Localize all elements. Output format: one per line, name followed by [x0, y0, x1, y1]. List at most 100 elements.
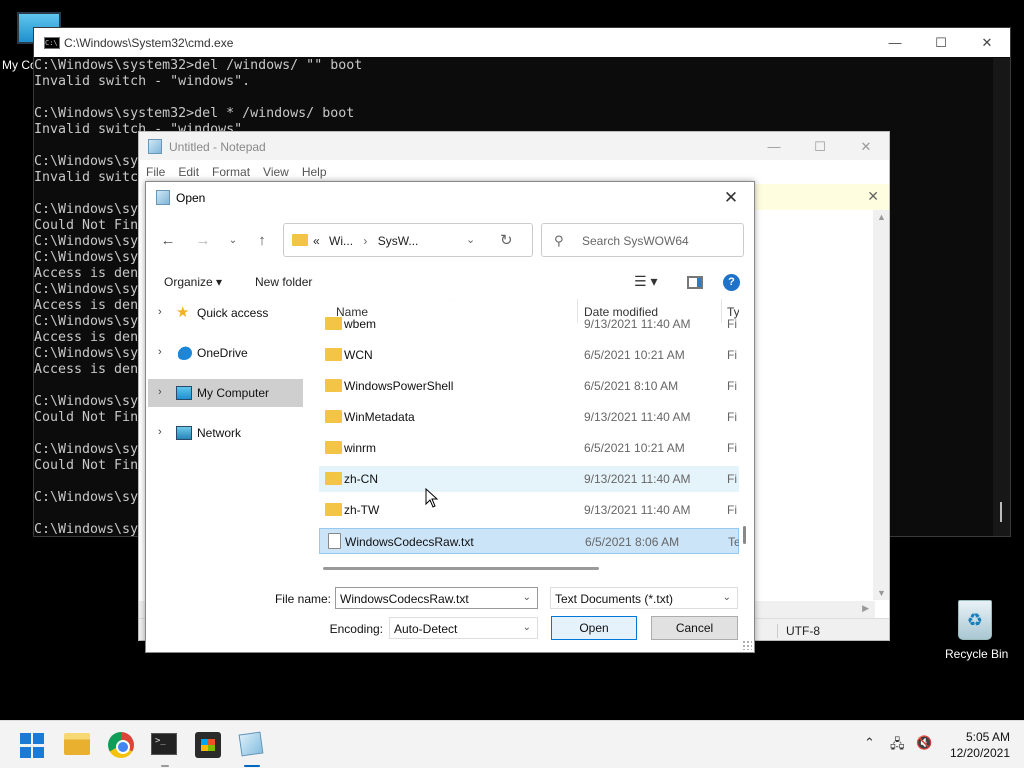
scroll-down-icon[interactable]: ▼ [877, 588, 886, 598]
file-type: Fi [727, 441, 737, 455]
file-explorer-icon[interactable] [64, 733, 90, 755]
nav-item-quick-access[interactable]: › ★ Quick access [148, 299, 303, 327]
breadcrumb-separator-icon: › [363, 234, 368, 248]
computer-icon [176, 386, 192, 400]
nav-item-label: OneDrive [197, 346, 248, 360]
chevron-right-icon[interactable]: › [158, 346, 162, 358]
file-row[interactable]: WindowsCodecsRaw.txt 6/5/2021 8:06 AM Te [319, 528, 739, 554]
star-icon: ★ [176, 304, 190, 321]
chevron-right-icon[interactable]: › [158, 426, 162, 438]
menu-view[interactable]: View [263, 161, 289, 181]
start-icon[interactable] [20, 733, 46, 759]
search-box[interactable]: ⚲ Search SysWOW64 [541, 223, 744, 257]
volume-muted-icon[interactable]: 🔇 [916, 735, 932, 751]
nav-item-my-computer[interactable]: › My Computer [148, 379, 303, 407]
chevron-up-icon[interactable]: ⌃ [864, 735, 875, 751]
chrome-icon[interactable] [108, 732, 134, 758]
file-date-modified: 9/13/2021 11:40 AM [584, 503, 691, 517]
file-list-horizontal-scrollbar-thumb[interactable] [323, 567, 599, 570]
maximize-icon[interactable]: ☐ [918, 28, 964, 57]
scroll-up-icon[interactable]: ▲ [877, 212, 886, 222]
file-type-select[interactable]: Text Documents (*.txt) ⌄ [550, 587, 738, 609]
minimize-icon[interactable]: — [872, 28, 918, 57]
file-row[interactable]: WindowsPowerShell 6/5/2021 8:10 AM Fi [319, 373, 739, 399]
network-icon [176, 426, 192, 440]
menu-edit[interactable]: Edit [178, 161, 199, 181]
file-date-modified: 6/5/2021 10:21 AM [584, 441, 685, 455]
close-icon[interactable]: ✕ [867, 188, 879, 205]
forward-arrow-icon[interactable]: → [193, 230, 213, 250]
menu-format[interactable]: Format [212, 161, 250, 181]
cmd-title: C:\Windows\System32\cmd.exe [64, 36, 234, 50]
file-type: Fi [727, 472, 737, 486]
menu-help[interactable]: Help [302, 161, 327, 181]
console-line: C:\Windows\system32>del * /windows/ boot [34, 106, 355, 121]
folder-icon [325, 441, 342, 454]
running-indicator [161, 765, 169, 767]
close-icon[interactable]: ✕ [708, 182, 754, 214]
refresh-icon[interactable]: ↻ [500, 231, 513, 249]
notepad-icon [156, 190, 170, 205]
cancel-button[interactable]: Cancel [651, 616, 738, 640]
file-row[interactable]: WCN 6/5/2021 10:21 AM Fi [319, 342, 739, 368]
terminal-icon[interactable]: >_ [151, 733, 177, 755]
notepad-title-bar[interactable]: Untitled - Notepad — ☐ ✕ [139, 132, 889, 160]
file-row[interactable]: winrm 6/5/2021 10:21 AM Fi [319, 435, 739, 461]
notepad-icon[interactable] [238, 731, 264, 757]
chevron-down-icon[interactable]: ⌄ [523, 622, 531, 633]
encoding-value: Auto-Detect [394, 622, 458, 636]
store-icon[interactable] [195, 732, 221, 758]
back-arrow-icon[interactable]: ← [158, 230, 178, 250]
organize-button[interactable]: Organize ▾ [164, 275, 222, 289]
file-row[interactable]: zh-TW 9/13/2021 11:40 AM Fi [319, 497, 739, 523]
folder-icon [325, 472, 342, 485]
clock-time: 5:05 AM [965, 730, 1010, 744]
file-date-modified: 6/5/2021 8:10 AM [584, 379, 679, 393]
chevron-down-icon[interactable]: ⌄ [723, 592, 731, 603]
encoding-select[interactable]: Auto-Detect ⌄ [389, 617, 538, 639]
nav-item-label: Network [197, 426, 242, 440]
file-type: Fi [727, 348, 737, 362]
close-icon[interactable]: ✕ [843, 132, 889, 161]
recent-locations-chevron-icon[interactable]: ⌄ [223, 230, 243, 250]
chevron-down-icon[interactable]: ⌄ [466, 233, 475, 246]
file-name: zh-TW [344, 503, 380, 517]
help-icon[interactable]: ? [723, 274, 740, 291]
network-status-icon[interactable]: 🖧 [890, 735, 905, 757]
new-folder-button[interactable]: New folder [255, 275, 312, 289]
scroll-right-icon[interactable]: ▶ [862, 603, 869, 614]
nav-item-onedrive[interactable]: › OneDrive [148, 339, 303, 367]
cloud-icon [176, 346, 192, 360]
file-row[interactable]: WinMetadata 9/13/2021 11:40 AM Fi [319, 404, 739, 430]
notepad-vertical-scrollbar[interactable]: ▲ ▼ [873, 210, 889, 600]
chevron-right-icon[interactable]: › [158, 386, 162, 398]
resize-grip[interactable] [742, 640, 752, 650]
file-row[interactable]: zh-CN 9/13/2021 11:40 AM Fi [319, 466, 739, 492]
chevron-right-icon[interactable]: › [158, 306, 162, 318]
breadcrumb-item-syswow64[interactable]: SysW... [378, 234, 419, 248]
open-button[interactable]: Open [551, 616, 637, 640]
desktop-icon-recycle-bin[interactable]: ♻ Recycle Bin [940, 596, 1016, 666]
file-name-input[interactable]: WindowsCodecsRaw.txt ⌄ [335, 587, 538, 609]
file-date-modified: 6/5/2021 10:21 AM [584, 348, 685, 362]
maximize-icon[interactable]: ☐ [797, 132, 843, 161]
menu-file[interactable]: File [146, 161, 165, 181]
chevron-down-icon[interactable]: ⌄ [523, 592, 531, 603]
breadcrumb-overflow[interactable]: « [313, 234, 320, 248]
close-icon[interactable]: ✕ [964, 28, 1010, 57]
view-options-icon[interactable]: ☰ ▾ [634, 273, 657, 290]
cmd-title-bar[interactable]: C:\ C:\Windows\System32\cmd.exe — ☐ ✕ [34, 28, 1010, 57]
cmd-scrollbar[interactable] [993, 58, 1010, 536]
scrollbar-thumb[interactable] [1000, 502, 1002, 522]
breadcrumb-item-windows[interactable]: Wi... [329, 234, 353, 248]
clock[interactable]: 5:05 AM 12/20/2021 [940, 729, 1010, 761]
file-list-scrollbar-thumb[interactable] [743, 526, 746, 544]
preview-pane-icon[interactable] [687, 276, 703, 289]
dialog-title-bar[interactable]: Open ✕ [146, 182, 754, 214]
minimize-icon[interactable]: — [751, 132, 797, 161]
up-arrow-icon[interactable]: ↑ [252, 230, 272, 250]
address-bar[interactable]: « Wi... › SysW... ⌄ ↻ [283, 223, 533, 257]
nav-item-network[interactable]: › Network [148, 419, 303, 447]
file-name: WCN [344, 348, 373, 362]
file-row[interactable]: wbem 9/13/2021 11:40 AM Fi [319, 311, 739, 337]
